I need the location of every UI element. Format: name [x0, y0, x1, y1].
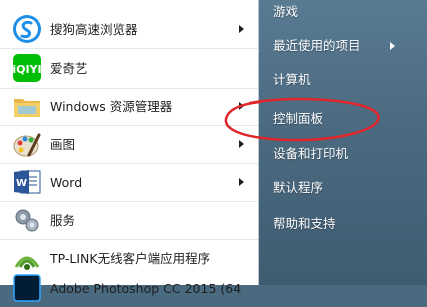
submenu-arrow-icon: [239, 178, 244, 186]
program-item-iqiyi[interactable]: iQIYI 爱奇艺: [0, 50, 258, 87]
right-item-label: 帮助和支持: [273, 216, 336, 231]
submenu-arrow-icon: [239, 102, 244, 110]
windows-explorer-icon: [14, 99, 40, 117]
submenu-arrow-icon: [239, 140, 244, 148]
iqiyi-icon: iQIYI: [12, 54, 42, 82]
right-item-label: 计算机: [273, 72, 311, 87]
program-label: 画图: [50, 137, 76, 152]
right-item-help-support[interactable]: 帮助和支持: [259, 208, 427, 240]
submenu-arrow-icon: [239, 25, 244, 33]
program-item-photoshop[interactable]: Adobe Photoshop CC 2015 (64: [0, 270, 258, 307]
svg-text:W: W: [16, 178, 27, 189]
services-icon: [15, 209, 39, 232]
program-label: 服务: [50, 213, 76, 228]
program-item-windows-explorer[interactable]: Windows 资源管理器: [0, 88, 258, 125]
right-item-label: 游戏: [273, 4, 299, 19]
paint-icon: [13, 133, 41, 157]
program-item-sogou-browser[interactable]: 搜狗高速浏览器: [0, 11, 258, 48]
photoshop-icon: [13, 274, 41, 302]
tplink-wireless-icon: [14, 256, 40, 270]
word-icon: W: [14, 170, 41, 194]
right-item-default-programs[interactable]: 默认程序: [259, 172, 427, 204]
right-item-label: 控制面板: [273, 111, 324, 126]
program-label: Windows 资源管理器: [50, 99, 173, 114]
submenu-arrow-icon: [390, 42, 395, 50]
right-item-label: 最近使用的项目: [273, 38, 361, 53]
program-label: 搜狗高速浏览器: [50, 22, 138, 37]
right-item-devices-printers[interactable]: 设备和打印机: [259, 138, 427, 170]
program-label: Adobe Photoshop CC 2015 (64: [50, 281, 242, 296]
program-label: 爱奇艺: [50, 61, 88, 76]
program-item-word[interactable]: W Word: [0, 164, 258, 201]
separator: [0, 48, 258, 49]
right-item-recent-items[interactable]: 最近使用的项目: [259, 30, 427, 62]
right-item-control-panel[interactable]: 控制面板: [259, 103, 427, 135]
right-item-label: 默认程序: [273, 180, 324, 195]
sogou-browser-icon: [13, 15, 41, 43]
programs-pane: 搜狗高速浏览器 iQIYI 爱奇艺 Windows 资源管理器 画图 W Wor…: [0, 0, 259, 302]
right-item-games[interactable]: 游戏: [259, 0, 427, 28]
program-label: Word: [50, 175, 83, 190]
right-item-computer[interactable]: 计算机: [259, 64, 427, 96]
right-item-label: 设备和打印机: [273, 146, 349, 161]
program-item-services[interactable]: 服务: [0, 202, 258, 239]
svg-text:iQIYI: iQIYI: [12, 63, 41, 76]
system-links-pane: 游戏 最近使用的项目 计算机 控制面板 设备和打印机 默认程序 帮助和支持: [259, 0, 427, 285]
program-item-paint[interactable]: 画图: [0, 126, 258, 163]
